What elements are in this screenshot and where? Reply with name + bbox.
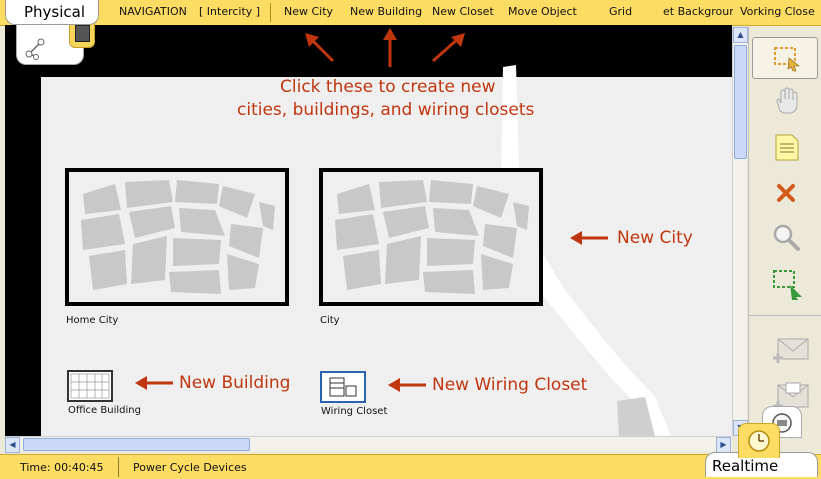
note-icon (775, 134, 799, 161)
menu-new-closet[interactable]: New Closet (432, 5, 502, 18)
office-building[interactable] (67, 370, 113, 402)
navigation-icon-panel (16, 20, 95, 65)
right-toolbar (748, 27, 821, 450)
select-icon (774, 47, 800, 72)
wiring-closet[interactable] (320, 371, 366, 403)
physical-workspace-canvas[interactable]: Click these to create new cities, buildi… (5, 25, 732, 436)
scroll-left-button[interactable]: ◀ (5, 437, 20, 453)
arrow-left-icon (388, 378, 426, 392)
menu-intercity[interactable]: [ Intercity ] (199, 5, 269, 18)
simulation-time: Time: 00:40:45 (20, 461, 104, 474)
annotation-new-wiring-closet: New Wiring Closet (432, 375, 588, 395)
magnify-icon (773, 224, 800, 251)
delete-icon (777, 184, 795, 202)
annotation-new-city: New City (617, 228, 693, 248)
menu-divider (270, 3, 271, 22)
city-new[interactable] (319, 168, 543, 306)
menu-new-building[interactable]: New Building (350, 5, 426, 18)
city-map-icon (81, 180, 275, 294)
arrow-left-icon (135, 376, 173, 390)
city-home-caption: Home City (66, 315, 119, 326)
menu-new-city[interactable]: New City (284, 5, 340, 18)
add-simple-pdu-button[interactable] (752, 329, 816, 369)
power-cycle-devices-button[interactable]: Power Cycle Devices (133, 461, 247, 474)
realtime-clock-panel (738, 423, 780, 458)
top-menu-bar: NAVIGATION [ Intercity ] New City New Bu… (0, 0, 821, 26)
clock-icon[interactable] (746, 428, 772, 454)
scroll-up-button[interactable]: ▲ (733, 27, 748, 43)
vertical-scroll-thumb[interactable] (734, 45, 747, 159)
inspect-tool-button[interactable] (752, 81, 816, 121)
arrow-left-icon (570, 231, 608, 245)
delete-tool-button[interactable] (752, 173, 816, 213)
city-map-icon (335, 180, 529, 294)
office-building-caption: Office Building (68, 405, 141, 416)
physical-mode-label: Physical (24, 3, 86, 21)
horizontal-scroll-thumb[interactable] (23, 438, 250, 451)
wiring-closet-caption: Wiring Closet (321, 406, 388, 417)
city-new-caption: City (320, 315, 340, 326)
instruction-text-line2: cities, buildings, and wiring closets (237, 100, 535, 120)
menu-set-background[interactable]: et Backgrour (663, 5, 733, 18)
menu-move-object[interactable]: Move Object (508, 5, 586, 18)
toolbar-separator (749, 315, 821, 316)
instruction-text-line1: Click these to create new (280, 77, 496, 97)
add-simple-pdu-icon (773, 338, 809, 363)
menu-grid[interactable]: Grid (609, 5, 639, 18)
network-tree-icon[interactable] (23, 34, 57, 60)
scroll-right-button[interactable]: ▶ (716, 437, 731, 453)
resize-tool-button[interactable] (752, 263, 816, 303)
menu-navigation[interactable]: NAVIGATION (119, 5, 191, 18)
annotation-new-building: New Building (179, 373, 291, 393)
select-tool-button[interactable] (752, 37, 818, 79)
status-bar: Time: 00:40:45 Power Cycle Devices (0, 454, 821, 479)
note-tool-button[interactable] (752, 127, 816, 167)
resize-icon (773, 270, 802, 300)
zoom-tool-button[interactable] (752, 217, 816, 257)
menu-working-closet[interactable]: Vorking Close (740, 5, 820, 18)
building-icon (70, 373, 110, 399)
hand-icon (776, 87, 798, 114)
city-home[interactable] (65, 168, 289, 306)
physical-mode-tab[interactable]: Physical (5, 0, 99, 25)
wiring-closet-icon (329, 377, 357, 397)
realtime-mode-label: Realtime (712, 457, 779, 475)
status-divider (118, 457, 119, 477)
horizontal-scrollbar[interactable]: ◀ ▶ (5, 436, 732, 453)
vertical-scrollbar[interactable]: ▲ ▼ (732, 27, 748, 436)
